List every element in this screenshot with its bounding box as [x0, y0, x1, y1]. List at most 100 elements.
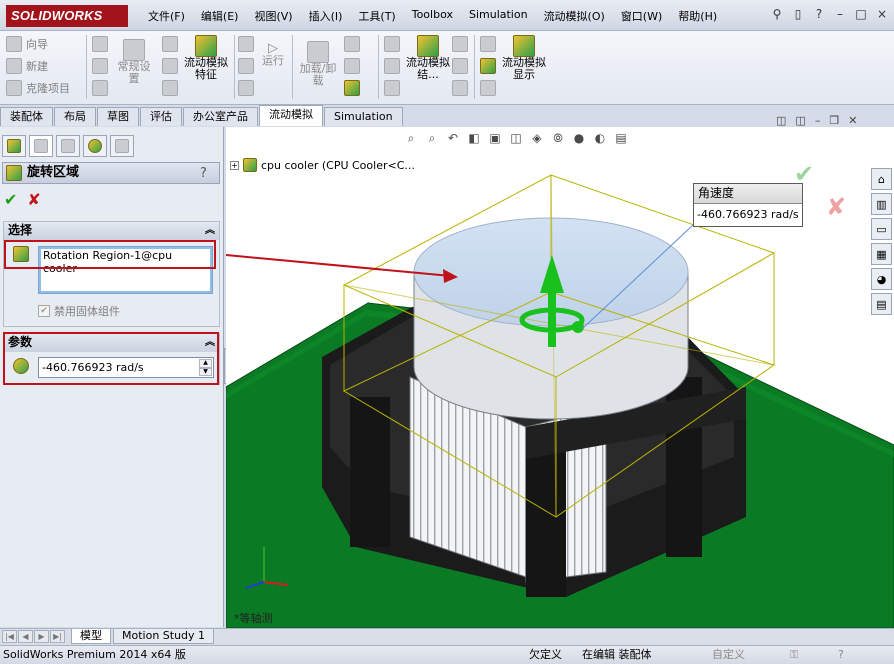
flow-feature-button[interactable]: 流动模拟特征 — [184, 35, 228, 81]
menu-toolbox[interactable]: Toolbox — [404, 8, 461, 24]
tab-evaluate[interactable]: 评估 — [140, 107, 182, 126]
doc-close-button[interactable]: ✕ — [848, 114, 857, 127]
graph-icon[interactable] — [452, 80, 468, 96]
isosurface-icon[interactable] — [384, 80, 400, 96]
rebuild-icon[interactable]: ⚿ — [790, 646, 798, 664]
property-manager-tab[interactable] — [29, 135, 53, 157]
general-settings-button[interactable]: 常规设置 — [114, 39, 154, 85]
edit-appearance-icon[interactable]: ● — [572, 131, 586, 146]
home-icon[interactable]: ⌂ — [871, 168, 892, 190]
flow-analysis-tab[interactable] — [110, 135, 134, 157]
table-icon[interactable] — [92, 58, 108, 74]
prev-tab-icon[interactable]: ◀ — [18, 630, 33, 643]
flyout-tree-root[interactable]: + cpu cooler (CPU Cooler<C... — [230, 158, 415, 172]
last-tab-icon[interactable]: ▶| — [50, 630, 65, 643]
goal-icon[interactable] — [162, 80, 178, 96]
ok-button[interactable]: ✔ — [4, 190, 17, 209]
boundary-icon[interactable] — [162, 58, 178, 74]
flow-display-button[interactable]: 流动模拟显示 — [502, 35, 546, 81]
tab-model[interactable]: 模型 — [71, 629, 111, 644]
menu-view[interactable]: 视图(V) — [246, 8, 300, 24]
display-manager-tab[interactable] — [83, 135, 107, 157]
mesh-icon[interactable] — [238, 58, 254, 74]
load-unload-button[interactable]: 加载/卸载 — [296, 41, 340, 87]
wizard-button[interactable]: 向导 — [6, 33, 70, 55]
menu-edit[interactable]: 编辑(E) — [193, 8, 247, 24]
menu-simulation[interactable]: Simulation — [461, 8, 536, 24]
units-custom[interactable]: 自定义 — [712, 646, 745, 664]
view-palette-icon[interactable]: ▦ — [871, 243, 892, 265]
solidworks-logo[interactable]: SOLIDWORKS — [6, 5, 128, 27]
selection-header[interactable]: 选择 ︽ — [4, 222, 219, 240]
tab-flow-simulation[interactable]: 流动模拟 — [259, 105, 323, 126]
tab-office-products[interactable]: 办公室产品 — [183, 107, 258, 126]
configuration-manager-tab[interactable] — [56, 135, 80, 157]
tile-left-icon[interactable]: ◫ — [776, 114, 786, 127]
status-help-button[interactable]: ? — [838, 646, 844, 664]
menu-tools[interactable]: 工具(T) — [350, 8, 403, 24]
flag-icon[interactable] — [238, 80, 254, 96]
feature-manager-tab[interactable] — [2, 135, 26, 157]
angular-velocity-spinner[interactable]: ▲ ▼ — [199, 359, 212, 376]
menu-flow-simulation[interactable]: 流动模拟(O) — [536, 8, 613, 24]
checkbox-box[interactable]: ✔ — [38, 305, 50, 317]
pushpin-icon[interactable]: ⚲ — [771, 7, 783, 21]
cut-plot-icon[interactable] — [384, 36, 400, 52]
close-button[interactable]: × — [876, 7, 888, 21]
first-tab-icon[interactable]: |◀ — [2, 630, 17, 643]
appearances-icon[interactable]: ◕ — [871, 268, 892, 290]
tile-right-icon[interactable]: ◫ — [795, 114, 805, 127]
spin-up-icon[interactable]: ▲ — [199, 359, 212, 368]
dynamic-annotation-icon[interactable]: ▣ — [488, 131, 502, 146]
bulb-icon[interactable] — [480, 36, 496, 52]
selected-region-item[interactable]: Rotation Region-1@cpu cooler — [43, 249, 208, 275]
display-style-icon[interactable]: ◈ — [530, 131, 544, 146]
disable-solid-components-checkbox[interactable]: ✔ 禁用固体组件 — [38, 303, 120, 319]
tab-sketch[interactable]: 草图 — [97, 107, 139, 126]
tab-motion-study[interactable]: Motion Study 1 — [113, 629, 215, 644]
zoom-area-icon[interactable]: ⌕ — [425, 131, 439, 146]
tab-layout[interactable]: 布局 — [54, 107, 96, 126]
tab-assembly[interactable]: 装配体 — [0, 107, 53, 126]
menu-insert[interactable]: 插入(I) — [301, 8, 351, 24]
selection-list[interactable]: Rotation Region-1@cpu cooler — [38, 246, 213, 294]
save-results-icon[interactable] — [344, 80, 360, 96]
pencil-icon[interactable] — [344, 36, 360, 52]
cancel-button[interactable]: ✘ — [27, 190, 40, 209]
tab-simulation[interactable]: Simulation — [324, 107, 403, 126]
maximize-button[interactable]: □ — [855, 7, 867, 21]
custom-properties-icon[interactable]: ▤ — [871, 293, 892, 315]
doc-minimize-button[interactable]: – — [815, 114, 821, 127]
solver-icon[interactable] — [238, 36, 254, 52]
apply-scene-icon[interactable]: ◐ — [593, 131, 607, 146]
view-orientation-icon[interactable]: ◫ — [509, 131, 523, 146]
run-button[interactable]: ▷ 运行 — [258, 42, 288, 67]
folder-icon[interactable]: ▭ — [871, 218, 892, 240]
collapse-icon[interactable]: ︽ — [205, 222, 215, 239]
menu-window[interactable]: 窗口(W) — [613, 8, 670, 24]
spin-down-icon[interactable]: ▼ — [199, 367, 212, 376]
angular-velocity-input[interactable]: -460.766923 rad/s ▲ ▼ — [38, 357, 214, 378]
component-icon[interactable] — [480, 58, 496, 74]
graphics-area[interactable]: ✔ ✘ ⌕ ⌕ ↶ ◧ ▣ ◫ ◈ ⦾ ● ◐ ▤ + cpu cooler (… — [226, 127, 894, 628]
help-button[interactable]: ? — [813, 7, 825, 21]
new-document-icon[interactable]: ▯ — [792, 7, 804, 21]
calc-icon[interactable] — [92, 36, 108, 52]
collapse-icon[interactable]: ︽ — [205, 334, 215, 351]
new-project-button[interactable]: 新建 — [6, 55, 70, 77]
flow-results-button[interactable]: 流动模拟结... — [406, 35, 450, 81]
previous-view-icon[interactable]: ↶ — [446, 131, 460, 146]
section-view-icon[interactable]: ◧ — [467, 131, 481, 146]
clone-project-button[interactable]: 克隆项目 — [6, 77, 70, 99]
menu-help[interactable]: 帮助(H) — [670, 8, 725, 24]
fan-icon[interactable] — [162, 36, 178, 52]
parameters-header[interactable]: 参数 ︽ — [4, 334, 219, 352]
copy-icon[interactable] — [92, 80, 108, 96]
checker-icon[interactable] — [452, 58, 468, 74]
crosshair-icon[interactable] — [344, 58, 360, 74]
view-settings-icon[interactable]: ▤ — [614, 131, 628, 146]
gear-icon[interactable] — [480, 80, 496, 96]
surface-plot-icon[interactable] — [384, 58, 400, 74]
hide-show-icon[interactable]: ⦾ — [551, 131, 565, 146]
chart-icon[interactable] — [452, 36, 468, 52]
